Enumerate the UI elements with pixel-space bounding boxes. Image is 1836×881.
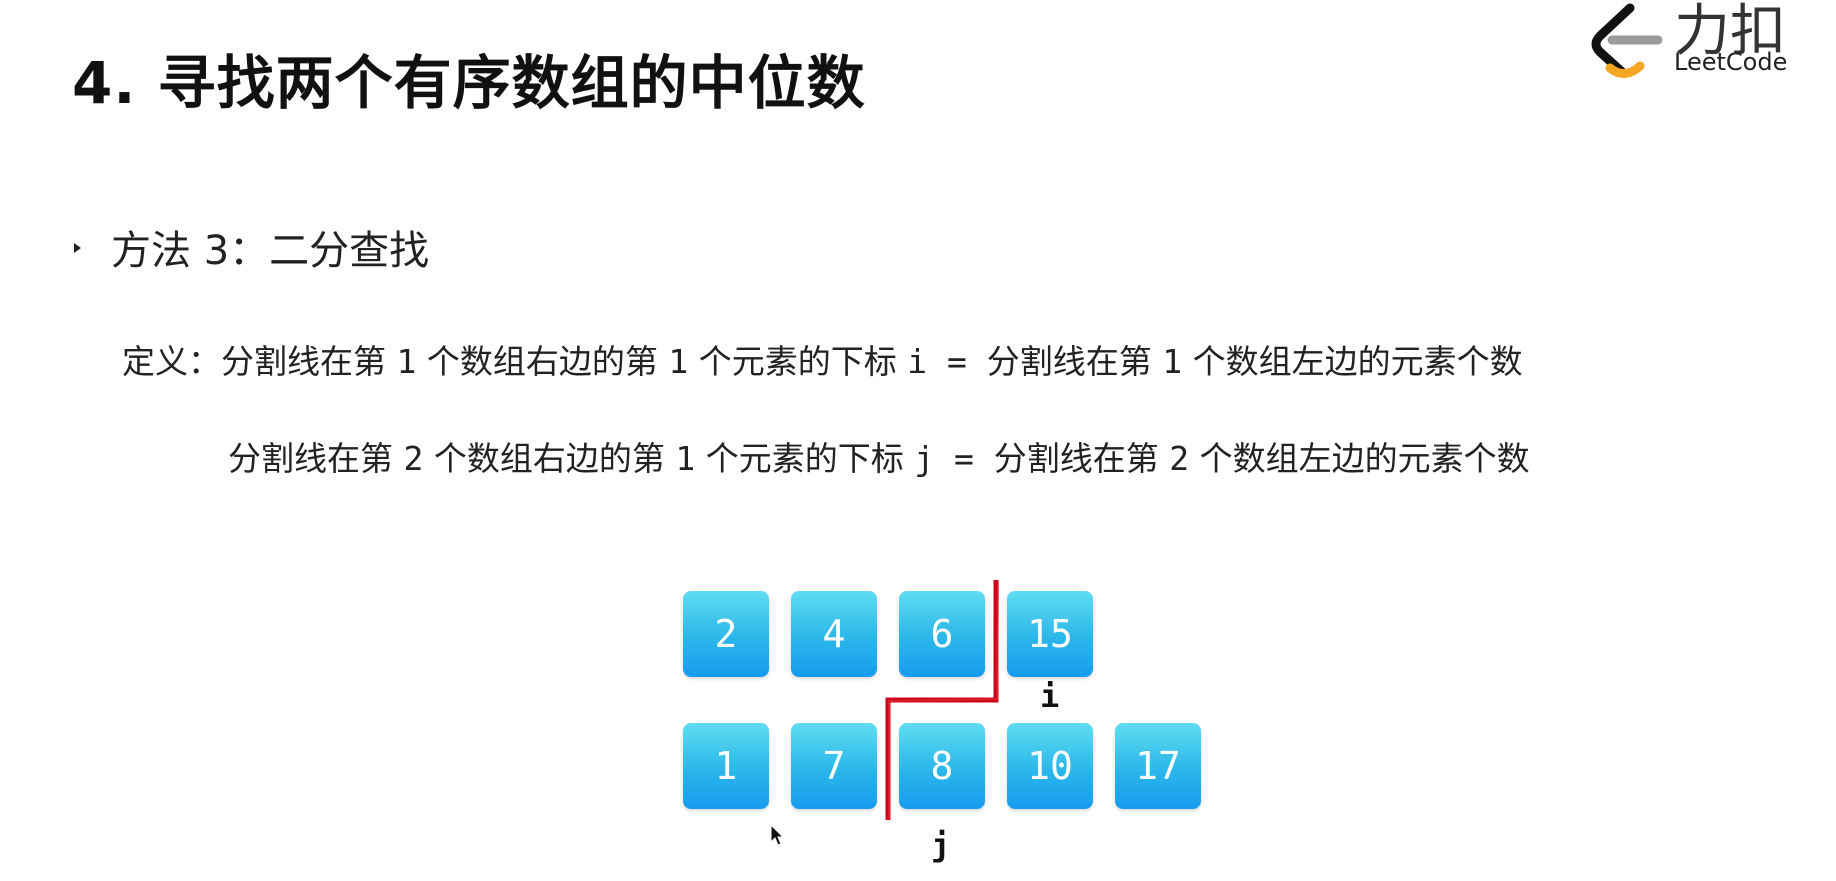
slide: 4. 寻找两个有序数组的中位数 力扣 LeetCode 方法 3：二分查找 定义…: [0, 0, 1836, 881]
array2-cell: 7: [791, 723, 877, 809]
array2-cell: 10: [1007, 723, 1093, 809]
def2-n: 2: [403, 439, 424, 478]
logo-en-text: LeetCode: [1674, 48, 1788, 76]
method-heading: 方法 3：二分查找: [111, 228, 430, 274]
leetcode-logo: 力扣 LeetCode: [1570, 0, 1830, 90]
slide-title: 4. 寻找两个有序数组的中位数: [72, 49, 866, 117]
def2-eq: =: [934, 439, 994, 478]
def2-tail: 个数组左边的元素个数: [1189, 439, 1530, 478]
index-j-label: j: [931, 826, 951, 864]
def1-eq: =: [927, 342, 987, 381]
def1-mid: 个数组右边的第: [416, 342, 669, 381]
triangle-bullet-icon: [74, 243, 81, 253]
def2-k: 1: [675, 439, 696, 478]
definition-line-1: 定义：分割线在第 1 个数组右边的第 1 个元素的下标 i = 分割线在第 1 …: [122, 335, 1523, 383]
def2-mid2: 个元素的下标: [695, 439, 915, 478]
array2-cell: 8: [899, 723, 985, 809]
array2-cell: 1: [683, 723, 769, 809]
array1-cell: 4: [791, 591, 877, 677]
def2-rest: 分割线在第: [993, 439, 1170, 478]
leetcode-logo-icon: [1591, 3, 1663, 78]
def1-n: 1: [396, 342, 417, 381]
mouse-pointer-icon: [770, 824, 785, 846]
def1-n2: 1: [1162, 342, 1183, 381]
array2-cell: 17: [1115, 723, 1201, 809]
array1-cell: 6: [899, 591, 985, 677]
def2-n2: 2: [1169, 439, 1190, 478]
array1-cell: 15: [1007, 591, 1093, 677]
def2-mid: 个数组右边的第: [423, 439, 676, 478]
def2-var: j: [914, 439, 935, 478]
def2-prefix: 分割线在第: [228, 439, 404, 478]
index-i-label: i: [1040, 677, 1060, 715]
method-bullet: 方法 3：二分查找: [74, 218, 429, 276]
def1-var: i: [907, 342, 928, 381]
def1-k: 1: [668, 342, 689, 381]
def1-mid2: 个元素的下标: [688, 342, 908, 381]
array1-cell: 2: [683, 591, 769, 677]
def1-tail: 个数组左边的元素个数: [1182, 342, 1523, 381]
def1-rest: 分割线在第: [986, 342, 1163, 381]
definition-line-2: 分割线在第 2 个数组右边的第 1 个元素的下标 j = 分割线在第 2 个数组…: [228, 432, 1530, 480]
def1-prefix: 定义：分割线在第: [122, 342, 397, 381]
